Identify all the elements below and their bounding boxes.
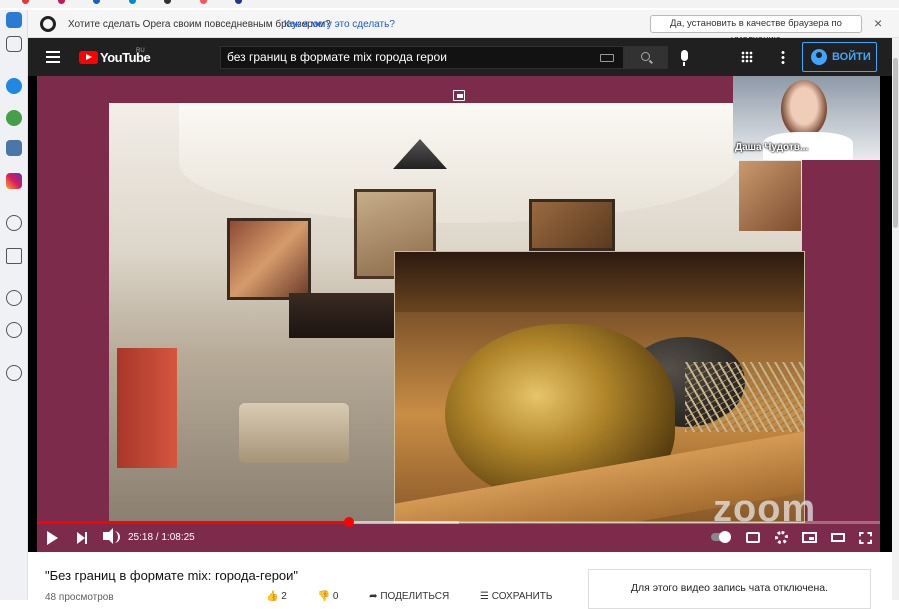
youtube-logo-icon[interactable] [79,51,98,64]
play-icon[interactable] [47,531,58,545]
menu-icon[interactable] [46,51,60,63]
settings-gear-icon[interactable] [775,531,788,544]
video-frame-inset [394,251,805,523]
dislike-count: 0 [332,591,339,602]
painting [739,161,801,231]
share-button[interactable]: ➦ ПОДЕЛИТЬСЯ [369,591,449,602]
red-chest [117,348,177,468]
bookmark-item[interactable] [164,0,175,4]
search-input[interactable]: без границ в формате mix города герои [220,46,624,69]
default-browser-banner: Хотите сделать Opera своим повседневным … [28,10,899,45]
participant-name: Даша Чудотв... [735,142,809,153]
player-controls: 25:18 / 1:08:25 [37,524,880,552]
bookmark-item[interactable] [22,0,33,4]
apps-grid-icon[interactable] [741,51,753,63]
set-default-button[interactable]: Да, установить в качестве браузера по ум… [650,15,862,45]
bookmark-item[interactable] [57,0,69,4]
share-label: ПОДЕЛИТЬСЯ [380,591,450,602]
view-count: 48 просмотров [45,592,114,603]
bookmark-item[interactable] [128,0,140,4]
page-scrollbar[interactable] [892,38,899,600]
painting [529,199,615,251]
region-label: RU [136,48,145,54]
subtitles-icon[interactable] [746,532,760,543]
next-icon[interactable] [77,532,87,544]
floor-items [239,403,349,463]
messenger-icon[interactable] [6,78,22,94]
keyboard-icon[interactable] [600,54,614,62]
youtube-header: YouTube RU без границ в формате mix горо… [28,38,892,76]
whatsapp-icon[interactable] [6,110,22,126]
player-icon[interactable] [6,215,22,231]
chat-disabled-panel: Для этого видео запись чата отключена. [588,569,871,609]
opera-logo-icon [40,16,56,32]
video-player[interactable]: Даша Чудотв... zoom [37,76,880,552]
save-label: СОХРАНИТЬ [491,591,553,602]
volume-wave-icon [114,531,120,543]
display-table [289,293,394,338]
save-button[interactable]: ☰ СОХРАНИТЬ [480,591,553,602]
banner-link[interactable]: Как я могу это сделать? [284,19,395,30]
home-icon[interactable] [6,12,22,28]
account-icon [811,49,827,65]
fullscreen-icon[interactable] [859,532,872,544]
vk-icon[interactable] [6,140,22,156]
theater-mode-icon[interactable] [831,533,845,542]
time-display: 25:18 / 1:08:25 [128,532,195,543]
heart-icon[interactable] [6,290,22,306]
vault-ceiling [179,103,739,223]
chat-disabled-text: Для этого видео запись чата отключена. [630,582,829,594]
action-bar: 👍 2 👎 0 ➦ ПОДЕЛИТЬСЯ ☰ СОХРАНИТЬ [266,591,580,602]
picture-in-picture-icon[interactable] [453,90,465,101]
search-icon [641,52,650,61]
video-title: "Без границ в формате mix: города-герои" [45,568,299,583]
painting [227,218,311,300]
straw [685,362,804,432]
send-icon[interactable] [6,248,22,264]
like-count: 2 [281,591,287,602]
miniplayer-icon[interactable] [802,532,817,543]
crate-board [395,252,804,312]
volume-icon[interactable] [103,528,113,544]
autoplay-toggle[interactable] [711,531,731,543]
bookmarks-bar [0,0,899,8]
signin-label: ВОЙТИ [832,51,871,63]
webcam-face [781,80,827,138]
search-button[interactable] [624,46,668,69]
history-icon[interactable] [6,322,22,338]
scrollbar-thumb[interactable] [893,58,898,228]
more-options-icon[interactable] [781,50,785,64]
opera-sidebar [0,10,28,600]
bookmark-item[interactable] [93,0,104,4]
webcam-thumbnail: Даша Чудотв... [733,76,880,160]
microphone-icon[interactable] [681,50,688,66]
instagram-icon[interactable] [6,173,22,189]
bookmark-item[interactable] [235,0,246,4]
bulb-icon[interactable] [6,365,22,381]
bookmark-item[interactable] [199,0,211,4]
speed-dial-icon[interactable] [6,36,22,52]
signin-button[interactable]: ВОЙТИ [802,42,877,72]
dislike-button[interactable]: 👎 0 [318,591,339,602]
like-button[interactable]: 👍 2 [266,591,287,602]
close-icon[interactable]: × [874,15,882,31]
